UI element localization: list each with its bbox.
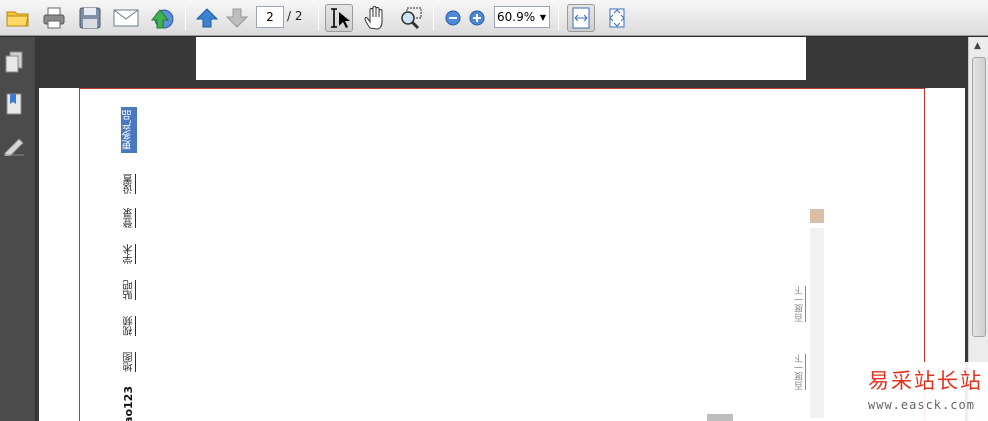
baidu-search-label: 百度一下 (795, 286, 805, 322)
hao123-link[interactable]: hao123 (122, 386, 135, 421)
toolbar: / 2 60.9% ▼ (0, 0, 988, 36)
fit-width-icon[interactable] (567, 4, 595, 32)
print-icon[interactable] (40, 4, 68, 32)
zoom-level-value: 60.9% (497, 10, 536, 24)
thumbnail-column (810, 228, 824, 418)
video-link[interactable]: 视频 (124, 316, 136, 336)
zoom-level-select[interactable]: 60.9% ▼ (494, 6, 550, 28)
navigation-sidebar (0, 37, 36, 421)
pages-panel-icon[interactable] (3, 49, 25, 75)
zoom-in-icon[interactable] (463, 4, 491, 32)
chevron-down-icon[interactable]: ▼ (537, 13, 549, 22)
signatures-panel-icon[interactable] (3, 133, 25, 159)
select-text-tool-icon[interactable] (325, 4, 353, 32)
page-number-input[interactable] (256, 6, 284, 28)
next-page-icon[interactable] (223, 4, 251, 32)
page-total-label: / 2 (287, 9, 303, 23)
academic-link[interactable]: 学术 (124, 244, 136, 264)
marquee-zoom-icon[interactable] (397, 4, 425, 32)
watermark-title: 易采站长站 (868, 369, 983, 393)
bookmarks-panel-icon[interactable] (3, 91, 25, 117)
upload-globe-icon[interactable] (148, 4, 176, 32)
login-link[interactable]: 登录 (124, 208, 136, 228)
document-viewport[interactable]: 更多产品 设置 登录 学术 贴吧 视频 地图 hao123 百度一下 百度一下 (36, 37, 968, 421)
pdf-viewer-window: / 2 60.9% ▼ (0, 0, 988, 421)
image-fragment (707, 414, 733, 421)
watermark-url: www.easck.com (868, 398, 975, 412)
email-icon[interactable] (112, 4, 140, 32)
settings-link[interactable]: 设置 (124, 174, 136, 194)
map-link[interactable]: 地图 (124, 352, 136, 372)
save-icon[interactable] (76, 4, 104, 32)
hand-tool-icon[interactable] (361, 4, 389, 32)
scrollbar-thumb[interactable] (972, 57, 986, 337)
open-folder-icon[interactable] (4, 4, 32, 32)
baidu-search-label-2: 百度一下 (795, 354, 805, 390)
site-watermark: 易采站长站 www.easck.com (858, 362, 988, 421)
thumbnail-block (810, 209, 824, 223)
current-page: 更多产品 设置 登录 学术 贴吧 视频 地图 hao123 百度一下 百度一下 (39, 88, 965, 421)
scroll-up-icon[interactable]: ▲ (974, 41, 981, 51)
fit-page-icon[interactable] (603, 4, 631, 32)
more-products-badge[interactable]: 更多产品 (121, 107, 137, 153)
previous-page-icon[interactable] (193, 4, 221, 32)
tieba-link[interactable]: 贴吧 (124, 280, 136, 300)
previous-page (196, 37, 806, 80)
